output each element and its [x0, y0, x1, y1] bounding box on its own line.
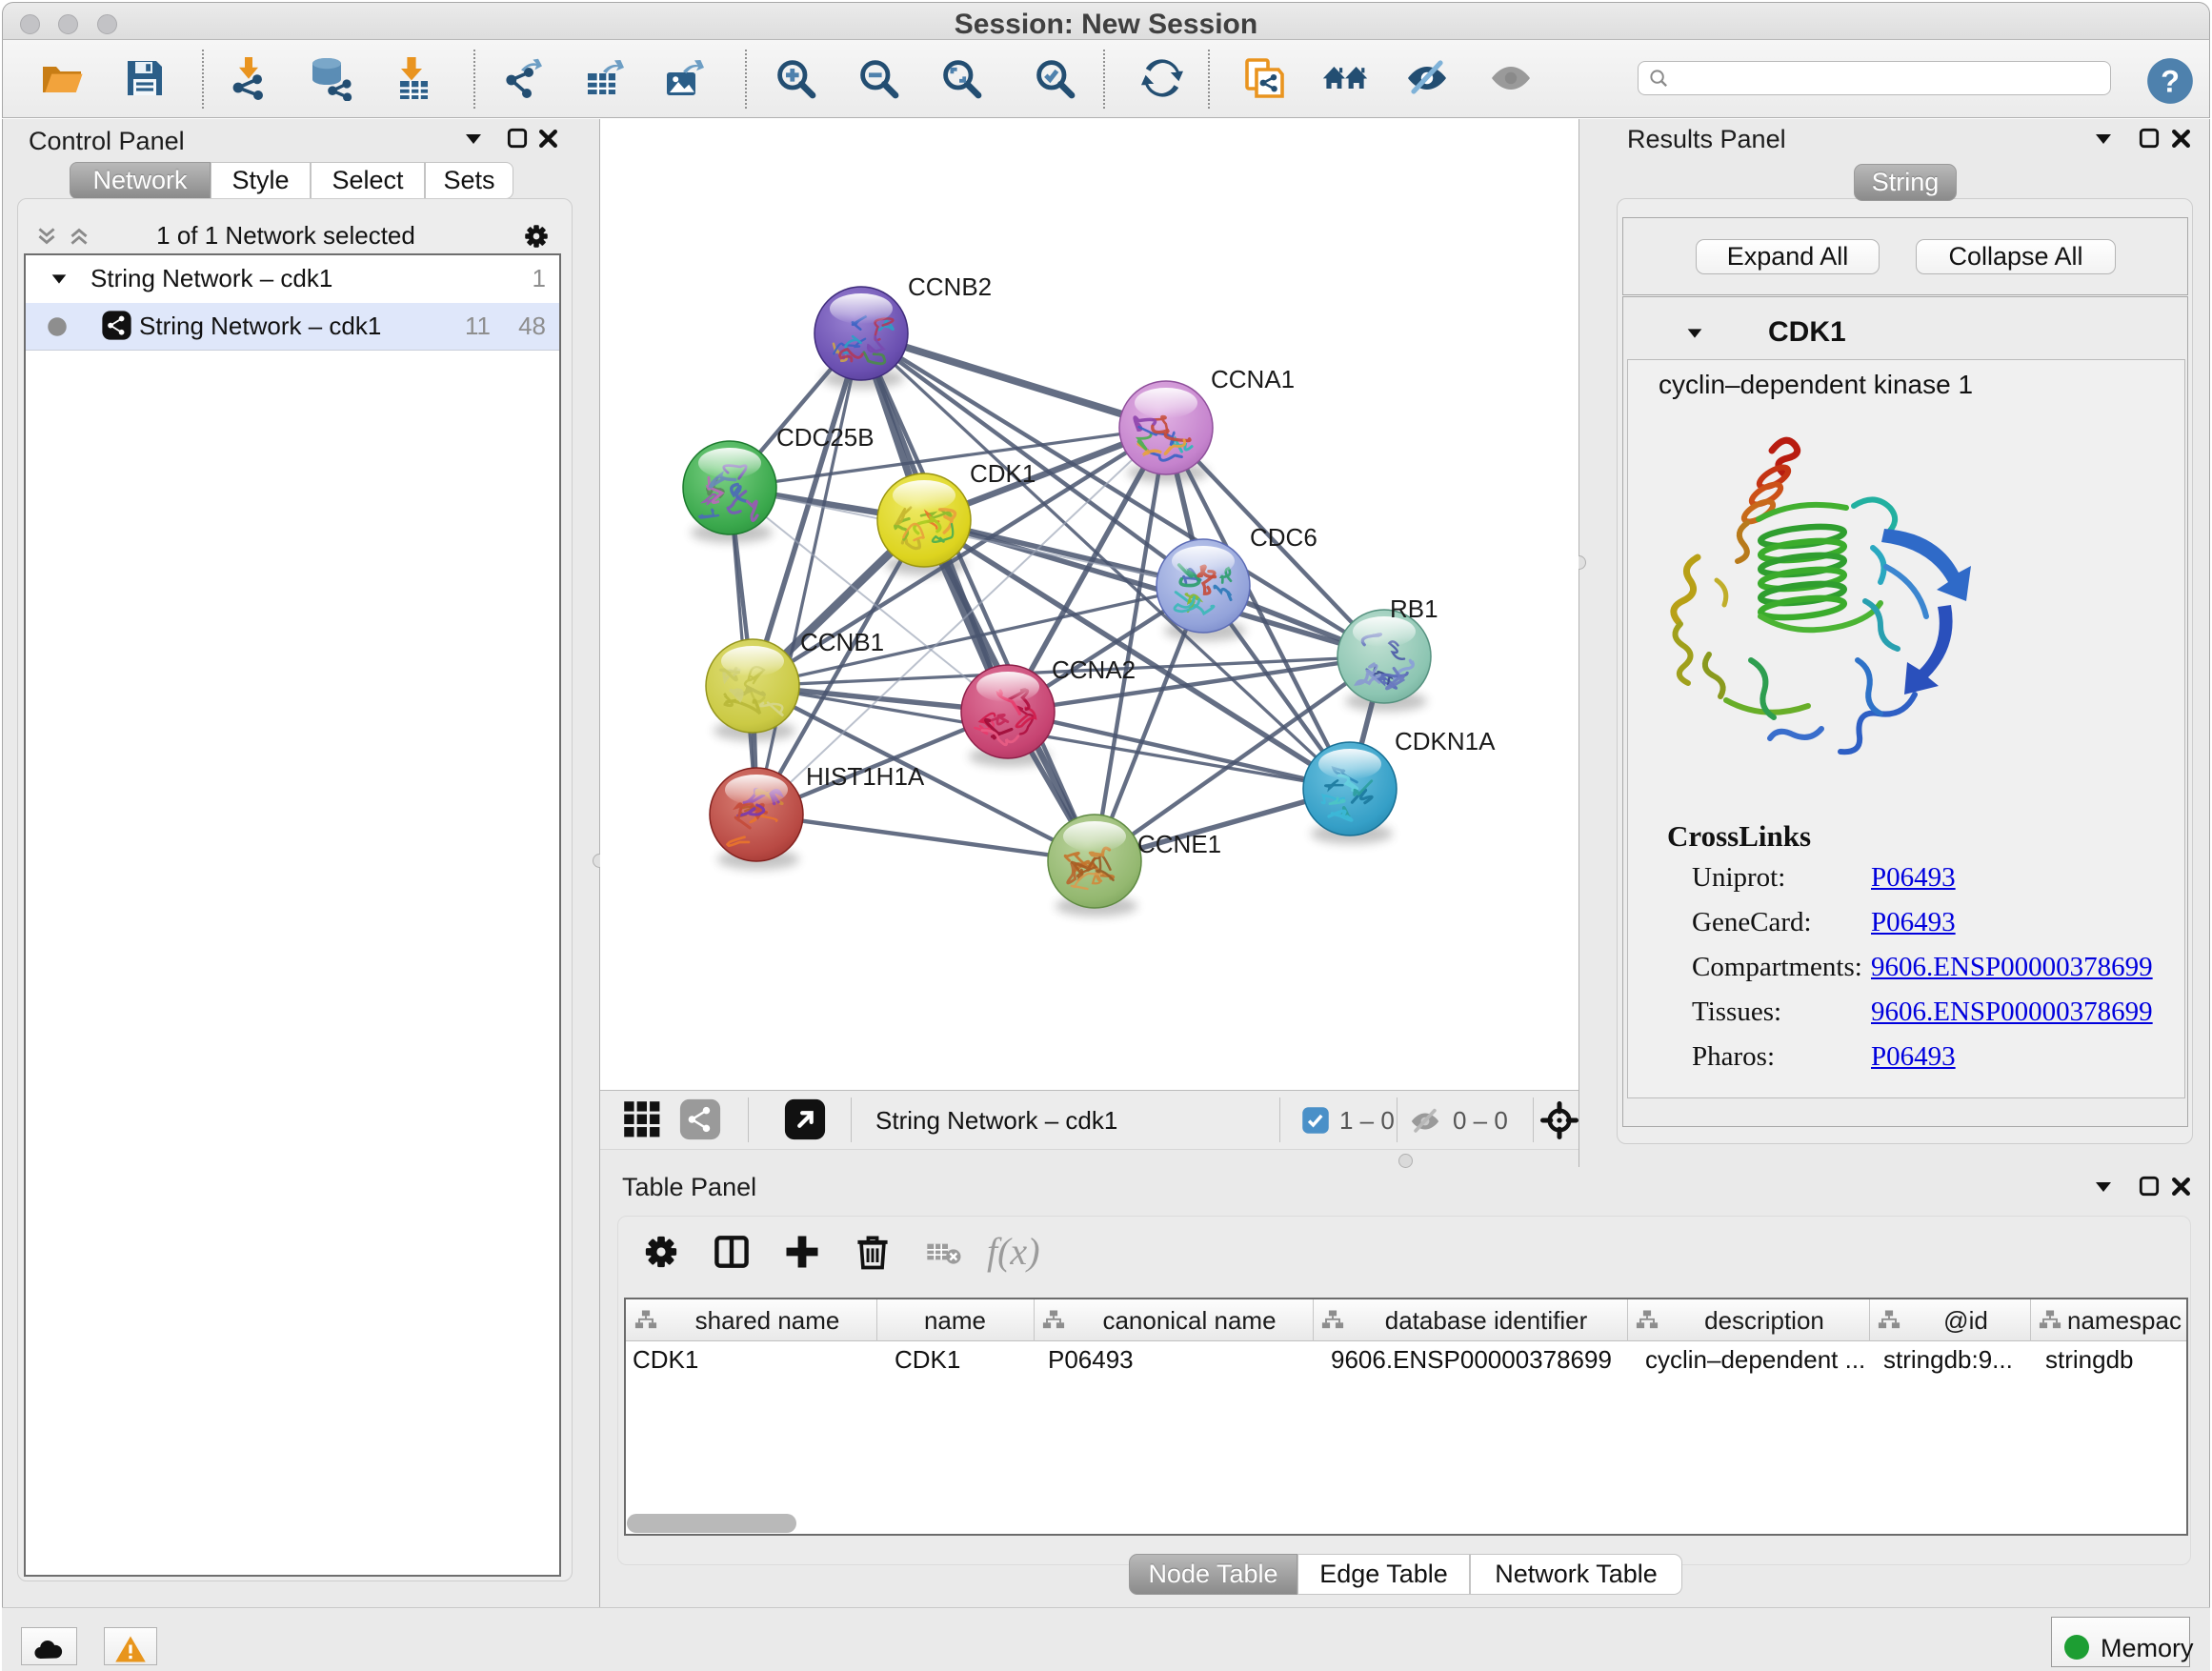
svg-text:CCNB1: CCNB1 — [800, 628, 884, 656]
svg-text:RB1: RB1 — [1390, 594, 1438, 623]
svg-text:CDC25B: CDC25B — [776, 423, 875, 452]
svg-text:CCNA1: CCNA1 — [1211, 365, 1295, 393]
svg-text:CDK1: CDK1 — [970, 459, 1036, 488]
svg-text:CDKN1A: CDKN1A — [1395, 727, 1496, 755]
svg-text:CDC6: CDC6 — [1250, 523, 1317, 552]
svg-text:CCNE1: CCNE1 — [1137, 830, 1221, 858]
svg-text:CCNA2: CCNA2 — [1052, 655, 1136, 684]
svg-text:HIST1H1A: HIST1H1A — [806, 762, 925, 791]
svg-text:CCNB2: CCNB2 — [908, 272, 992, 301]
svg-text:?: ? — [2161, 64, 2180, 98]
